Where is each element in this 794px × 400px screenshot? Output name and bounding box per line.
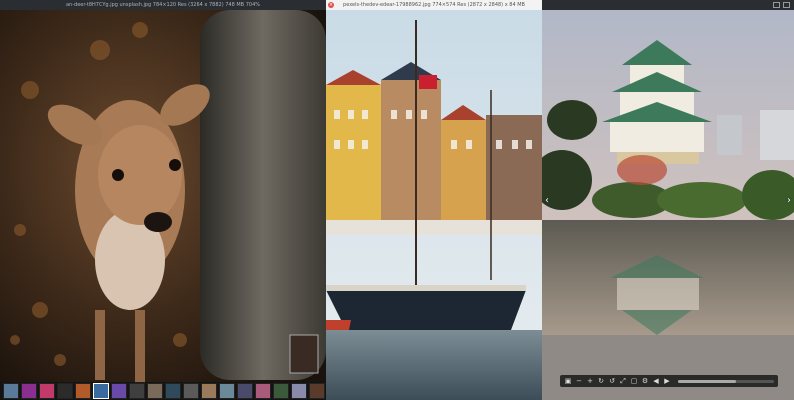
deer-photo: [0, 10, 326, 400]
thumbnail[interactable]: [237, 383, 253, 399]
thumbnail[interactable]: [57, 383, 73, 399]
zoom-out-icon[interactable]: −: [575, 376, 583, 386]
thumbnail[interactable]: [219, 383, 235, 399]
thumbnail[interactable]: [291, 383, 307, 399]
zoom-slider[interactable]: [678, 379, 774, 383]
thumbnail-strip[interactable]: [0, 382, 326, 400]
next-icon[interactable]: ▶: [663, 376, 671, 386]
window-title: pexels-thedev-edear-17988962.jpg 774×574…: [343, 2, 525, 8]
settings-icon[interactable]: ⚙: [641, 376, 649, 386]
zoom-in-icon[interactable]: +: [586, 376, 594, 386]
fit-icon[interactable]: ⤢: [619, 376, 627, 386]
castle-photo: [542, 10, 794, 400]
thumbnail[interactable]: [309, 383, 325, 399]
title-bar[interactable]: an-deer-t8H7CYg.jpg unsplash.jpg 784×120…: [0, 0, 326, 10]
window-title: an-deer-t8H7CYg.jpg unsplash.jpg 784×120…: [65, 2, 261, 8]
close-window-icon[interactable]: [783, 2, 790, 8]
restore-icon[interactable]: [773, 2, 780, 8]
thumbnail[interactable]: [273, 383, 289, 399]
thumbnail[interactable]: [255, 383, 271, 399]
thumbnail[interactable]: [129, 383, 145, 399]
thumbnail[interactable]: [21, 383, 37, 399]
thumbnail[interactable]: [3, 383, 19, 399]
next-image-arrow[interactable]: ›: [787, 195, 791, 206]
title-bar[interactable]: [542, 0, 794, 10]
thumbnail[interactable]: [183, 383, 199, 399]
close-icon[interactable]: ×: [328, 2, 334, 8]
prev-image-arrow[interactable]: ‹: [545, 195, 549, 206]
viewer-window-castle[interactable]: ‹ ›: [542, 0, 794, 400]
viewer-toolbar: ▣ − + ↻ ↺ ⤢ ▢ ⚙ ◀ ▶: [560, 375, 778, 387]
thumbnail[interactable]: [111, 383, 127, 399]
crop-icon[interactable]: ▢: [630, 376, 638, 386]
thumbnail[interactable]: [201, 383, 217, 399]
viewer-window-deer[interactable]: an-deer-t8H7CYg.jpg unsplash.jpg 784×120…: [0, 0, 326, 400]
rotate-icon[interactable]: ↻: [597, 376, 605, 386]
thumbnail[interactable]: [93, 383, 109, 399]
harbour-photo: [326, 10, 542, 400]
thumbnail[interactable]: [75, 383, 91, 399]
image-icon[interactable]: ▣: [564, 376, 572, 386]
viewer-window-harbour[interactable]: × pexels-thedev-edear-17988962.jpg 774×5…: [326, 0, 542, 400]
thumbnail[interactable]: [147, 383, 163, 399]
zoom-fill: [678, 379, 736, 383]
reset-icon[interactable]: ↺: [608, 376, 616, 386]
thumbnail[interactable]: [39, 383, 55, 399]
window-controls: [773, 2, 790, 8]
prev-icon[interactable]: ◀: [652, 376, 660, 386]
thumbnail[interactable]: [165, 383, 181, 399]
